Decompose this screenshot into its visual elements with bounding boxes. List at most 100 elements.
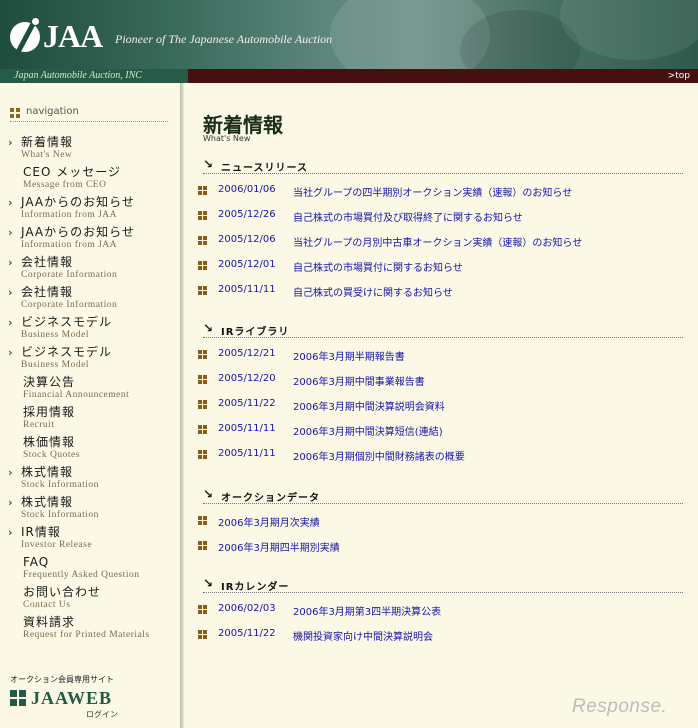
news-item[interactable]: 2006年3月期四半期別実績 [198, 539, 678, 554]
bullet-icon [198, 261, 207, 270]
sidebar-item[interactable]: CEO メッセージ Message from CEO [8, 165, 173, 193]
news-title: 2006年3月期月次実績 [218, 518, 320, 529]
sidebar-item-sublabel: Stock Quotes [23, 450, 80, 460]
chevron-right-icon: › [8, 496, 13, 509]
news-date: 2005/12/06 [218, 234, 276, 245]
news-item[interactable]: 2005/11/22 2006年3月期中間決算説明会資料 [198, 398, 678, 413]
section-title: オークションデータ [221, 493, 320, 504]
news-item[interactable]: 2005/11/22 機関投資家向け中間決算説明会 [198, 628, 678, 643]
sidebar-item[interactable]: FAQ Frequently Asked Question [8, 555, 173, 583]
news-item[interactable]: 2005/12/21 2006年3月期半期報告書 [198, 348, 678, 363]
logo-text: JAA [43, 18, 103, 54]
bullet-icon [198, 186, 207, 195]
sidebar-item-sublabel: Corporate Information [21, 270, 118, 280]
sidebar-item-label: FAQ [23, 555, 50, 569]
section-heading: ↘ IRカレンダー [203, 576, 683, 594]
sidebar-item[interactable]: › 会社情報 Corporate Information [8, 285, 173, 313]
grid-icon [10, 108, 20, 118]
news-date: 2005/11/11 [218, 448, 276, 459]
sidebar-item-sublabel: Business Model [21, 360, 89, 370]
news-item[interactable]: 2005/12/26 自己株式の市場買付及び取得終了に関するお知らせ [198, 209, 678, 224]
sidebar-item-label: 決算公告 [23, 375, 76, 389]
sidebar-item-label: お問い合わせ [23, 585, 102, 599]
sidebar-item[interactable]: 決算公告 Financial Announcement [8, 375, 173, 403]
bullet-icon [198, 516, 207, 525]
news-item[interactable]: 2006年3月期月次実績 [198, 514, 678, 529]
site-header: JAA Pioneer of The Japanese Automobile A… [0, 0, 698, 69]
sidebar-item-sublabel: Information from JAA [21, 210, 118, 220]
news-title: 2006年3月期個別中間財務諸表の概要 [293, 452, 465, 463]
news-date: 2005/12/21 [218, 348, 276, 359]
sidebar-item[interactable]: › 株式情報 Stock Information [8, 495, 173, 523]
section-title: ニュースリリース [221, 163, 308, 174]
arrow-down-right-icon: ↘ [203, 321, 214, 335]
sidebar-item-sublabel: Stock Information [21, 480, 99, 490]
bullet-icon [198, 286, 207, 295]
bullet-icon [198, 450, 207, 459]
sidebar-item-label: ビジネスモデル [21, 345, 113, 359]
sidebar-item-label: JAAからのお知らせ [21, 195, 135, 209]
sidebar-item[interactable]: お問い合わせ Contact Us [8, 585, 173, 613]
jaa-logo[interactable]: JAA [10, 16, 103, 57]
logo-dot-icon [32, 18, 39, 25]
arrow-down-right-icon: ↘ [203, 487, 214, 501]
chevron-right-icon: › [8, 466, 13, 479]
sidebar-item-label: ビジネスモデル [21, 315, 113, 329]
news-date: 2005/11/22 [218, 398, 276, 409]
sidebar-item-label: 株式情報 [21, 495, 74, 509]
bullet-icon [198, 400, 207, 409]
header-bar-right: >top [188, 69, 698, 83]
chevron-right-icon: › [8, 316, 13, 329]
news-item[interactable]: 2005/11/11 2006年3月期個別中間財務諸表の概要 [198, 448, 678, 463]
sidebar-item[interactable]: › 株式情報 Stock Information [8, 465, 173, 493]
news-item[interactable]: 2006/01/06 当社グループの四半期別オークション実績（速報）のお知らせ [198, 184, 678, 199]
news-title: 2006年3月期四半期別実績 [218, 543, 340, 554]
sidebar-item-label: 会社情報 [21, 255, 74, 269]
news-date: 2005/12/26 [218, 209, 276, 220]
sidebar: navigation › 新着情報 What's New CEO メッセージ Messa… [0, 83, 180, 728]
news-item[interactable]: 2006/02/03 2006年3月期第3四半期決算公表 [198, 603, 678, 618]
sidebar-item-label: 資料請求 [23, 615, 76, 629]
sidebar-item-label: JAAからのお知らせ [21, 225, 135, 239]
news-item[interactable]: 2005/11/11 自己株式の買受けに関するお知らせ [198, 284, 678, 299]
sidebar-item-sublabel: Stock Information [21, 510, 99, 520]
login-label: ログイン [86, 710, 118, 719]
arrow-down-right-icon: ↘ [203, 157, 214, 171]
sidebar-item[interactable]: › 新着情報 What's New [8, 135, 173, 163]
news-item[interactable]: 2005/12/20 2006年3月期中間事業報告書 [198, 373, 678, 388]
sidebar-item[interactable]: 株価情報 Stock Quotes [8, 435, 173, 463]
sidebar-item-label: 会社情報 [21, 285, 74, 299]
sidebar-item-sublabel: Corporate Information [21, 300, 118, 310]
sidebar-item[interactable]: › 会社情報 Corporate Information [8, 255, 173, 283]
news-date: 2005/11/11 [218, 284, 276, 295]
news-title: 2006年3月期中間決算短信(連結) [293, 427, 443, 438]
sidebar-item-sublabel: Request for Printed Materials [23, 630, 150, 640]
news-date: 2005/11/11 [218, 423, 276, 434]
section-heading: ↘ オークションデータ [203, 487, 683, 505]
news-title: 機関投資家向け中間決算説明会 [293, 632, 433, 643]
sidebar-item-label: 新着情報 [21, 135, 74, 149]
sidebar-item[interactable]: › JAAからのお知らせ Information from JAA [8, 195, 173, 223]
sidebar-item[interactable]: 資料請求 Request for Printed Materials [8, 615, 173, 643]
sidebar-item-sublabel: Business Model [21, 330, 89, 340]
news-item[interactable]: 2005/12/01 自己株式の市場買付に関するお知らせ [198, 259, 678, 274]
news-title: 自己株式の買受けに関するお知らせ [293, 288, 453, 299]
sidebar-item[interactable]: › ビジネスモデル Business Model [8, 345, 173, 373]
jaaweb-login-link[interactable]: JAAWEB ログイン [10, 688, 140, 719]
sidebar-divider [180, 83, 184, 728]
divider [203, 337, 683, 338]
news-date: 2005/12/20 [218, 373, 276, 384]
news-title: 自己株式の市場買付及び取得終了に関するお知らせ [293, 213, 523, 224]
news-title: 2006年3月期第3四半期決算公表 [293, 607, 442, 618]
navigation-heading: navigation [10, 106, 168, 122]
sidebar-item[interactable]: › ビジネスモデル Business Model [8, 315, 173, 343]
chevron-right-icon: › [8, 286, 13, 299]
header-texture [560, 0, 698, 60]
news-date: 2005/11/22 [218, 628, 276, 639]
news-item[interactable]: 2005/12/06 当社グループの月別中古車オークション実績（速報）のお知らせ [198, 234, 678, 249]
sidebar-item[interactable]: › IR情報 Investor Release [8, 525, 173, 553]
top-link[interactable]: >top [668, 69, 690, 83]
sidebar-item[interactable]: 採用情報 Recruit [8, 405, 173, 433]
news-item[interactable]: 2005/11/11 2006年3月期中間決算短信(連結) [198, 423, 678, 438]
sidebar-item[interactable]: › JAAからのお知らせ Information from JAA [8, 225, 173, 253]
